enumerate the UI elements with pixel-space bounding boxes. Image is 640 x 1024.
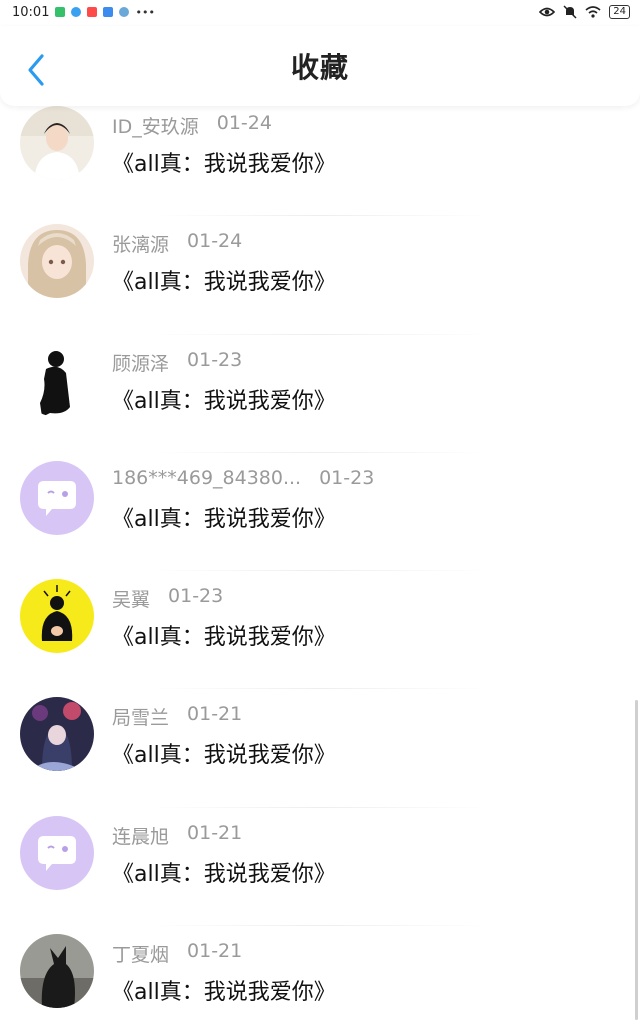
item-meta: 张漓源 01-24 [112, 230, 242, 257]
avatar-image [20, 697, 94, 772]
divider [150, 570, 490, 572]
item-title[interactable]: 《all真：我说我爱你》 [112, 501, 336, 533]
list-item[interactable]: 丁夏烟 01-21 《all真：我说我爱你》 [0, 928, 640, 1024]
divider [150, 925, 490, 927]
avatar[interactable] [20, 579, 94, 654]
item-meta: 顾源泽 01-23 [112, 349, 242, 376]
page-title: 收藏 [290, 51, 349, 84]
list-item[interactable]: 连晨旭 01-21 《all真：我说我爱你》 [0, 810, 640, 928]
avatar-image [20, 579, 94, 654]
avatar-image [20, 224, 94, 299]
default-chat-avatar-icon [20, 815, 94, 890]
item-meta: 连晨旭 01-21 [112, 822, 242, 849]
favorites-list: ID_安玖源 01-24 《all真：我说我爱你》 张漓源 01-24 《all… [0, 100, 640, 1024]
scrollbar[interactable] [635, 700, 638, 1020]
date: 01-21 [187, 940, 243, 963]
status-right: 24 [539, 5, 630, 19]
avatar-image [20, 106, 94, 180]
app-icon [87, 7, 98, 17]
nav-bar: 收藏 [0, 26, 640, 106]
divider [150, 451, 490, 453]
divider [150, 688, 490, 690]
wifi-icon [585, 6, 601, 18]
item-meta: 吴翼 01-23 [112, 585, 223, 612]
mute-bell-icon [563, 5, 577, 19]
item-title[interactable]: 《all真：我说我爱你》 [112, 737, 336, 769]
item-title[interactable]: 《all真：我说我爱你》 [112, 619, 336, 651]
item-title[interactable]: 《all真：我说我爱你》 [112, 264, 336, 296]
date: 01-23 [319, 466, 375, 489]
eye-icon [539, 7, 556, 17]
list-item[interactable]: 局雪兰 01-21 《all真：我说我爱你》 [0, 691, 640, 809]
user-name[interactable]: 局雪兰 [112, 703, 169, 730]
list-item[interactable]: ID_安玖源 01-24 《all真：我说我爱你》 [0, 100, 640, 218]
list-item[interactable]: 张漓源 01-24 《all真：我说我爱你》 [0, 218, 640, 336]
status-left: 10:01 ••• [12, 5, 155, 20]
item-title[interactable]: 《all真：我说我爱你》 [112, 974, 336, 1006]
date: 01-24 [187, 230, 243, 253]
chevron-left-icon [28, 54, 44, 86]
item-title[interactable]: 《all真：我说我爱你》 [112, 383, 336, 415]
app-icon [71, 7, 82, 17]
avatar-image [20, 934, 94, 1009]
avatar[interactable] [20, 460, 94, 535]
status-bar: 10:01 ••• 24 [0, 0, 640, 24]
avatar[interactable] [20, 342, 94, 417]
app-icon [103, 7, 114, 17]
user-name[interactable]: 丁夏烟 [112, 940, 169, 967]
battery-icon: 24 [609, 5, 630, 19]
wechat-icon [55, 7, 66, 17]
user-name[interactable]: 186***469_84380... [112, 467, 301, 489]
item-title[interactable]: 《all真：我说我爱你》 [112, 856, 336, 888]
date: 01-21 [187, 703, 243, 726]
item-meta: ID_安玖源 01-24 [112, 112, 272, 139]
divider [150, 333, 490, 335]
avatar[interactable] [20, 934, 94, 1009]
list-item[interactable]: 顾源泽 01-23 《all真：我说我爱你》 [0, 337, 640, 455]
list-item[interactable]: 吴翼 01-23 《all真：我说我爱你》 [0, 573, 640, 691]
avatar[interactable] [20, 815, 94, 890]
user-name[interactable]: 连晨旭 [112, 822, 169, 849]
date: 01-24 [216, 112, 272, 134]
default-chat-avatar-icon [20, 460, 94, 535]
item-meta: 丁夏烟 01-21 [112, 940, 242, 967]
date: 01-23 [168, 585, 224, 608]
divider [150, 806, 490, 808]
user-name[interactable]: 吴翼 [112, 585, 150, 612]
date: 01-21 [187, 821, 243, 844]
list-item[interactable]: 186***469_84380... 01-23 《all真：我说我爱你》 [0, 455, 640, 573]
avatar[interactable] [20, 224, 94, 299]
more-notifications-icon: ••• [135, 5, 155, 19]
app-icon [119, 7, 130, 17]
date: 01-23 [187, 348, 243, 371]
item-title[interactable]: 《all真：我说我爱你》 [112, 146, 336, 178]
user-name[interactable]: 顾源泽 [112, 349, 169, 376]
avatar-image [20, 342, 94, 417]
item-meta: 局雪兰 01-21 [112, 703, 242, 730]
item-meta: 186***469_84380... 01-23 [112, 467, 374, 489]
user-name[interactable]: ID_安玖源 [112, 112, 199, 139]
avatar[interactable] [20, 697, 94, 772]
user-name[interactable]: 张漓源 [112, 230, 169, 257]
avatar[interactable] [20, 106, 94, 180]
divider [150, 215, 490, 217]
back-button[interactable] [20, 50, 52, 90]
status-time: 10:01 [12, 4, 50, 20]
